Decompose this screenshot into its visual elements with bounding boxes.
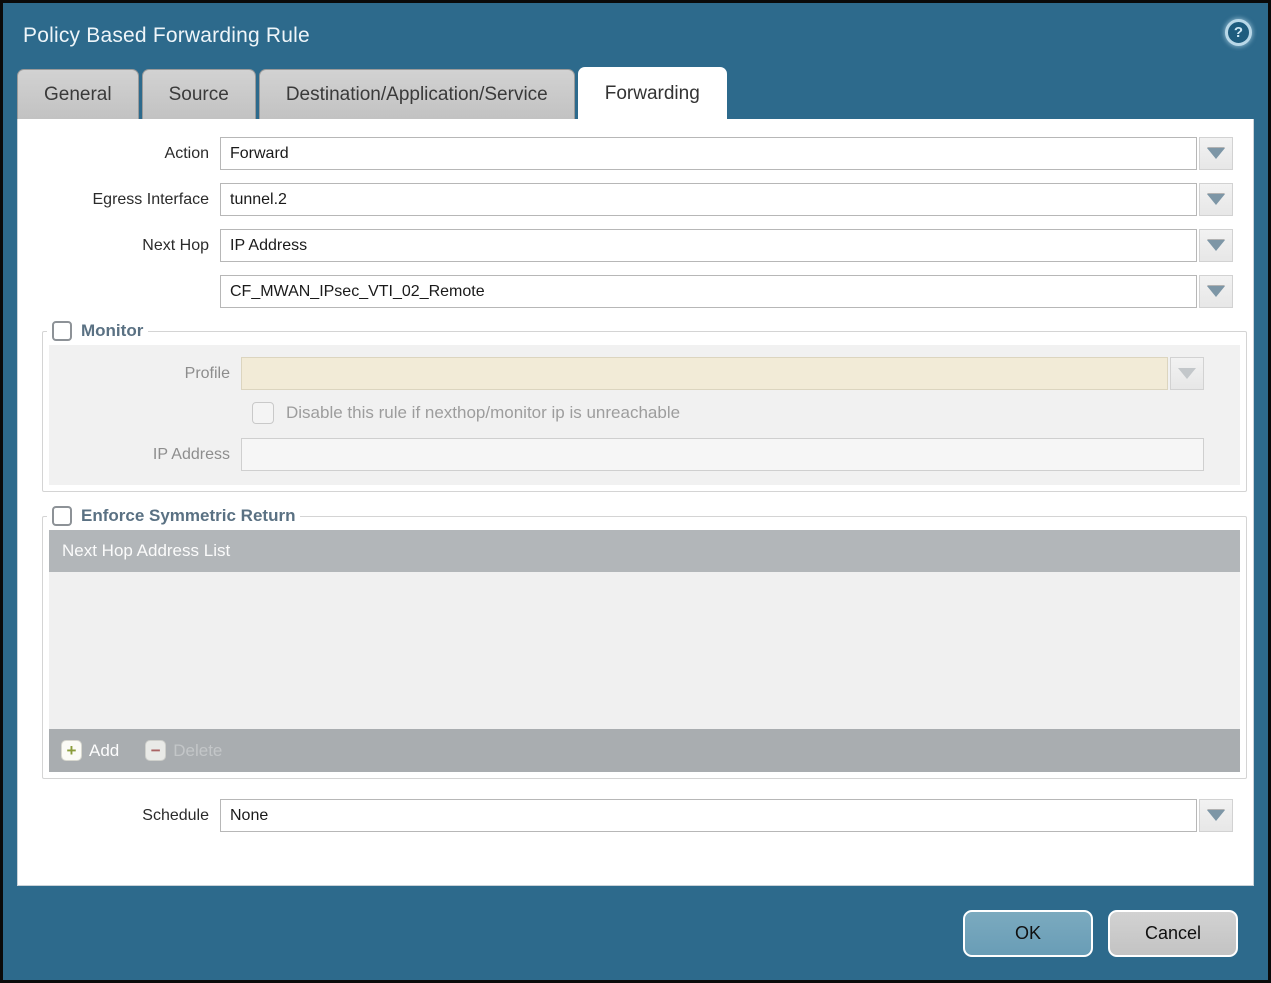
egress-interface-row: Egress Interface tunnel.2 [18, 183, 1233, 216]
enforce-symmetric-return-title: Enforce Symmetric Return [81, 506, 295, 526]
delete-button: − Delete [145, 740, 222, 761]
tab-bar: General Source Destination/Application/S… [17, 67, 1254, 119]
action-row: Action Forward [18, 137, 1233, 170]
next-hop-address-table-toolbar: + Add − Delete [49, 729, 1240, 772]
tab-destination-application-service[interactable]: Destination/Application/Service [259, 69, 575, 119]
monitor-checkbox[interactable] [52, 321, 72, 341]
next-hop-address-row: CF_MWAN_IPsec_VTI_02_Remote [18, 275, 1233, 308]
delete-button-label: Delete [173, 741, 222, 761]
disable-rule-checkbox [252, 402, 274, 424]
disable-rule-label: Disable this rule if nexthop/monitor ip … [286, 403, 680, 423]
help-icon[interactable]: ? [1225, 19, 1252, 46]
tab-forwarding[interactable]: Forwarding [578, 67, 727, 119]
enforce-symmetric-return-legend: Enforce Symmetric Return [47, 506, 300, 526]
chevron-down-icon [1207, 148, 1225, 159]
schedule-row: Schedule None [18, 799, 1233, 832]
dialog-footer: OK Cancel [3, 886, 1268, 980]
chevron-down-icon [1207, 194, 1225, 205]
monitor-fieldset: Monitor Profile Disable this rule if nex… [42, 321, 1247, 492]
egress-interface-select[interactable]: tunnel.2 [220, 183, 1197, 216]
enforce-symmetric-return-checkbox[interactable] [52, 506, 72, 526]
monitor-ip-address-row: IP Address [49, 438, 1204, 471]
monitor-body: Profile Disable this rule if nexthop/mon… [49, 345, 1240, 485]
monitor-title: Monitor [81, 321, 143, 341]
next-hop-address-table-body [49, 572, 1240, 729]
next-hop-label: Next Hop [18, 237, 220, 255]
plus-icon: + [61, 740, 82, 761]
egress-interface-label: Egress Interface [18, 191, 220, 209]
egress-interface-dropdown-button[interactable] [1199, 183, 1233, 216]
pbf-rule-dialog: Policy Based Forwarding Rule ? General S… [0, 0, 1271, 983]
profile-select [241, 357, 1168, 390]
schedule-dropdown-button[interactable] [1199, 799, 1233, 832]
profile-label: Profile [49, 365, 241, 383]
profile-row: Profile [49, 357, 1204, 390]
action-dropdown-button[interactable] [1199, 137, 1233, 170]
dialog-title: Policy Based Forwarding Rule [23, 24, 310, 48]
next-hop-address-dropdown-button[interactable] [1199, 275, 1233, 308]
tab-source[interactable]: Source [142, 69, 256, 119]
monitor-ip-address-input [241, 438, 1204, 471]
chevron-down-icon [1207, 240, 1225, 251]
dialog-titlebar: Policy Based Forwarding Rule ? [3, 3, 1268, 55]
forwarding-tab-panel: Action Forward Egress Interface tunnel.2… [17, 119, 1254, 886]
next-hop-address-table: Next Hop Address List + Add − Delete [49, 530, 1240, 772]
schedule-select[interactable]: None [220, 799, 1197, 832]
next-hop-type-select[interactable]: IP Address [220, 229, 1197, 262]
add-button-label: Add [89, 741, 119, 761]
add-button: + Add [61, 740, 119, 761]
cancel-button[interactable]: Cancel [1108, 910, 1238, 957]
chevron-down-icon [1207, 810, 1225, 821]
enforce-symmetric-return-fieldset: Enforce Symmetric Return Next Hop Addres… [42, 506, 1247, 779]
next-hop-address-table-header: Next Hop Address List [49, 530, 1240, 572]
next-hop-row: Next Hop IP Address [18, 229, 1233, 262]
next-hop-address-select[interactable]: CF_MWAN_IPsec_VTI_02_Remote [220, 275, 1197, 308]
disable-rule-row: Disable this rule if nexthop/monitor ip … [252, 402, 1240, 424]
monitor-ip-address-label: IP Address [49, 446, 241, 464]
profile-dropdown-button [1170, 357, 1204, 390]
monitor-legend: Monitor [47, 321, 148, 341]
ok-button[interactable]: OK [963, 910, 1093, 957]
chevron-down-icon [1207, 286, 1225, 297]
tab-general[interactable]: General [17, 69, 139, 119]
minus-icon: − [145, 740, 166, 761]
action-select[interactable]: Forward [220, 137, 1197, 170]
chevron-down-icon [1178, 368, 1196, 379]
next-hop-type-dropdown-button[interactable] [1199, 229, 1233, 262]
schedule-label: Schedule [18, 807, 220, 825]
action-label: Action [18, 145, 220, 163]
